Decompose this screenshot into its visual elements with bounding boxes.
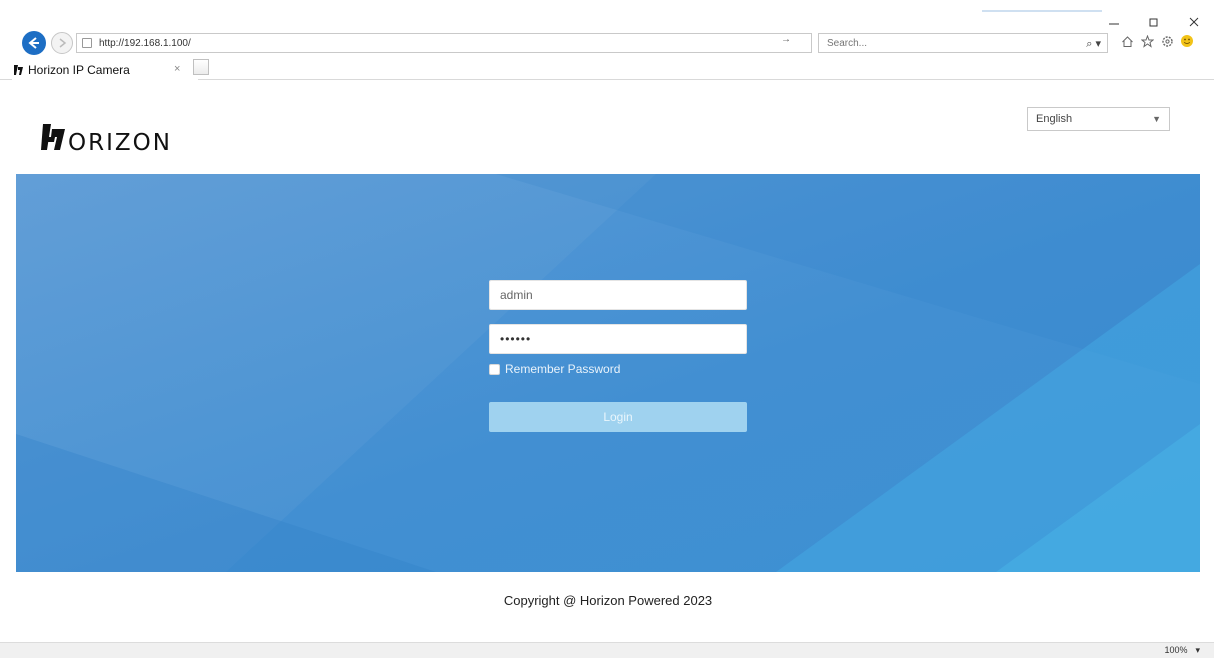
horizon-logo-mark-icon	[41, 124, 65, 150]
remember-password-checkbox[interactable]	[489, 363, 500, 375]
horizon-favicon-icon	[12, 64, 24, 76]
search-box[interactable]: ⌕ ▾	[818, 33, 1108, 53]
tab-horizon-ip-camera[interactable]: Horizon IP Camera ×	[12, 60, 198, 80]
search-input[interactable]	[827, 37, 1067, 49]
minimize-button[interactable]	[1106, 14, 1122, 30]
feedback-button[interactable]	[1180, 34, 1194, 48]
password-value: ••••••	[500, 332, 532, 346]
window-controls	[1106, 14, 1202, 30]
horizon-mark-icon	[14, 65, 23, 75]
new-tab-button[interactable]	[193, 59, 209, 75]
page-icon	[82, 38, 92, 48]
favorites-button[interactable]	[1140, 34, 1154, 48]
window-top-highlight	[982, 10, 1102, 12]
page-footer: Copyright @ Horizon Powered 2023	[16, 572, 1200, 642]
language-select[interactable]: English ▼	[1027, 107, 1170, 131]
back-arrow-icon	[28, 37, 39, 49]
close-window-button[interactable]	[1186, 14, 1202, 30]
browser-status-bar: 100% ▾	[0, 642, 1214, 658]
login-button[interactable]: Login	[489, 402, 747, 432]
username-value: admin	[500, 288, 533, 302]
zoom-control[interactable]: 100% ▾	[1164, 645, 1200, 656]
star-icon	[1140, 34, 1154, 48]
close-icon	[1189, 17, 1199, 27]
search-icon[interactable]: ⌕ ▾	[1086, 37, 1101, 51]
username-field[interactable]: admin	[489, 280, 747, 310]
tab-title: Horizon IP Camera	[28, 63, 130, 77]
brand-text: ORIZON	[68, 130, 172, 156]
smiley-icon	[1181, 35, 1193, 47]
address-text: http://192.168.1.100/	[99, 37, 191, 49]
restore-button[interactable]	[1146, 14, 1162, 30]
chevron-down-icon: ▼	[1152, 114, 1161, 124]
address-bar[interactable]: http://192.168.1.100/	[76, 33, 812, 53]
home-button[interactable]	[1120, 34, 1134, 48]
browser-toolbar	[1120, 34, 1194, 48]
restore-icon	[1149, 18, 1158, 27]
forward-button[interactable]	[51, 32, 73, 54]
home-icon	[1121, 35, 1133, 47]
language-value: English	[1036, 113, 1073, 125]
copyright-text: Copyright @ Horizon Powered 2023	[503, 593, 713, 608]
minimize-icon	[1109, 23, 1119, 25]
forward-arrow-icon	[59, 38, 67, 48]
gear-icon	[1161, 35, 1173, 47]
settings-button[interactable]	[1160, 34, 1174, 48]
back-button[interactable]	[22, 31, 46, 55]
remember-password-label: Remember Password	[505, 362, 621, 376]
browser-chrome: http://192.168.1.100/ → ⌕ ▾	[0, 0, 1214, 88]
horizon-logo: ORIZON	[38, 118, 172, 158]
tab-strip: Horizon IP Camera ×	[0, 58, 1214, 80]
password-field[interactable]: ••••••	[489, 324, 747, 354]
login-form: admin •••••• Remember Password Login	[489, 280, 747, 432]
navigation-row: http://192.168.1.100/ → ⌕ ▾	[0, 30, 1214, 56]
page-header: ORIZON English ▼	[16, 88, 1200, 174]
zoom-level: 100%	[1164, 645, 1188, 655]
go-button[interactable]: →	[781, 34, 791, 45]
login-banner: admin •••••• Remember Password Login	[16, 174, 1200, 572]
zoom-dropdown-icon: ▾	[1195, 645, 1200, 655]
tab-close-button[interactable]: ×	[174, 63, 180, 75]
remember-password-row[interactable]: Remember Password	[489, 362, 747, 376]
